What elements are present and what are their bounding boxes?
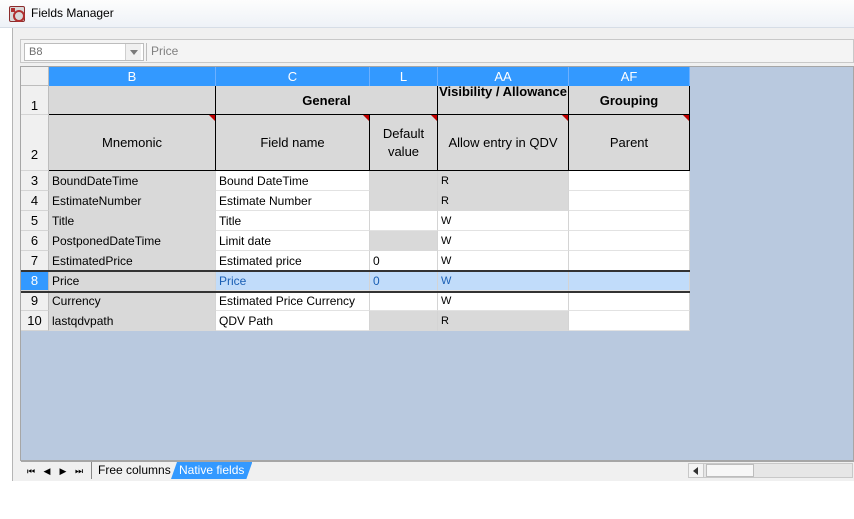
cell-allow-entry[interactable]: W [438,291,569,311]
formula-divider [146,43,147,61]
cell-default-value[interactable] [370,311,438,331]
column-header-b[interactable]: B [49,67,216,86]
cell-parent[interactable] [569,231,690,251]
column-header-l[interactable]: L [370,67,438,86]
cell-mnemonic[interactable]: lastqdvpath [49,311,216,331]
row-header-4[interactable]: 4 [21,191,49,211]
spreadsheet-grid: B C L AA AF 1 2 3 4 5 6 7 8 9 10 General… [20,66,854,461]
cell-parent[interactable] [569,171,690,191]
header-allow-entry[interactable]: Allow entry in QDV [438,115,569,171]
scroll-thumb[interactable] [706,464,754,477]
cell-field-name[interactable]: Estimated Price Currency [216,291,370,311]
cell-allow-entry[interactable]: R [438,171,569,191]
row-header-3[interactable]: 3 [21,171,49,191]
tab-free-columns[interactable]: Free columns [91,462,177,479]
row-header-2[interactable]: 2 [21,115,49,171]
cell-allow-entry[interactable]: R [438,191,569,211]
cell-mnemonic[interactable]: Title [49,211,216,231]
header-default-value[interactable]: Default value [370,115,438,171]
cell-default-value[interactable] [370,291,438,311]
cell-default-value-selected[interactable]: 0 [370,271,438,291]
comment-marker [683,115,689,121]
header-parent[interactable]: Parent [569,115,690,171]
window-titlebar: Fields Manager [0,0,854,28]
group-header-visibility[interactable]: Visibility / Allowance [438,86,569,115]
row-header-9[interactable]: 9 [21,291,49,311]
header-allow-entry-label: Allow entry in QDV [448,135,558,150]
cell-allow-entry[interactable]: R [438,311,569,331]
header-mnemonic-label: Mnemonic [102,135,162,150]
cell-default-value[interactable] [370,191,438,211]
group-header-general[interactable]: General [216,86,438,115]
cell-field-name[interactable]: Limit date [216,231,370,251]
cell-field-name[interactable]: Title [216,211,370,231]
chevron-down-icon[interactable] [125,44,141,60]
cell-default-value[interactable]: 0 [370,251,438,271]
cell-field-name[interactable]: Estimated price [216,251,370,271]
row-header-7[interactable]: 7 [21,251,49,271]
formula-bar: B8 Price [20,39,854,63]
scroll-left-icon[interactable] [689,464,704,477]
cell-mnemonic[interactable]: EstimateNumber [49,191,216,211]
selection-border-top [21,270,690,272]
cell-mnemonic-selected[interactable]: Price [49,271,216,291]
cell-parent[interactable] [569,191,690,211]
cell-default-value[interactable] [370,171,438,191]
cell-field-name-selected[interactable]: Price [216,271,370,291]
cell-allow-entry[interactable]: W [438,231,569,251]
column-header-c[interactable]: C [216,67,370,86]
header-default-value-label: Default value [382,126,425,159]
formula-input[interactable]: Price [149,43,849,61]
group-header-empty[interactable] [49,86,216,115]
comment-marker [363,115,369,121]
cell-field-name[interactable]: QDV Path [216,311,370,331]
last-sheet-button[interactable]: ⏭ [72,464,86,478]
comment-marker [562,115,568,121]
window-title: Fields Manager [31,6,114,20]
group-header-visibility-label: Visibility / Allowance [439,86,567,99]
cell-mnemonic[interactable]: Currency [49,291,216,311]
comment-marker [209,115,215,121]
header-field-name[interactable]: Field name [216,115,370,171]
header-parent-label: Parent [609,135,649,150]
cell-default-value[interactable] [370,211,438,231]
row-header-6[interactable]: 6 [21,231,49,251]
tab-native-fields[interactable]: Native fields [171,462,252,479]
header-field-name-label: Field name [260,135,325,150]
row-header-1[interactable]: 1 [21,86,49,115]
selection-border-bottom [21,291,690,293]
app-icon [9,6,25,22]
cell-mnemonic[interactable]: BoundDateTime [49,171,216,191]
cell-default-value[interactable] [370,231,438,251]
sheet-tabs-bar: ⏮ ◀ ▶ ⏭ Free columns Native fields [21,461,854,479]
row-header-10[interactable]: 10 [21,311,49,331]
cell-field-name[interactable]: Bound DateTime [216,171,370,191]
horizontal-scrollbar[interactable] [688,463,853,478]
cell-parent-selected[interactable] [569,271,690,291]
group-header-grouping[interactable]: Grouping [569,86,690,115]
row-header-8[interactable]: 8 [21,271,49,291]
header-mnemonic[interactable]: Mnemonic [49,115,216,171]
corner-cell[interactable] [21,67,49,86]
cell-parent[interactable] [569,291,690,311]
column-header-aa[interactable]: AA [438,67,569,86]
cell-allow-entry[interactable]: W [438,251,569,271]
cell-parent[interactable] [569,311,690,331]
column-header-af[interactable]: AF [569,67,690,86]
cell-parent[interactable] [569,251,690,271]
first-sheet-button[interactable]: ⏮ [24,464,38,478]
cell-parent[interactable] [569,211,690,231]
comment-marker [431,115,437,121]
next-sheet-button[interactable]: ▶ [56,464,70,478]
cell-allow-entry[interactable]: W [438,211,569,231]
cell-mnemonic[interactable]: EstimatedPrice [49,251,216,271]
prev-sheet-button[interactable]: ◀ [40,464,54,478]
row-header-5[interactable]: 5 [21,211,49,231]
cell-field-name[interactable]: Estimate Number [216,191,370,211]
cell-mnemonic[interactable]: PostponedDateTime [49,231,216,251]
cell-allow-entry-selected[interactable]: W [438,271,569,291]
